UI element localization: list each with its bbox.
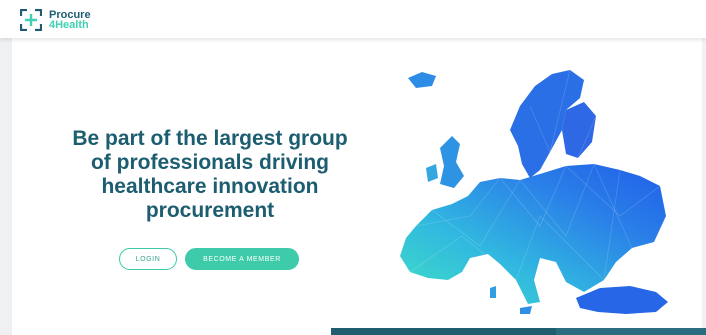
uk-shape — [440, 136, 464, 188]
logo[interactable]: Procure 4Health — [20, 8, 91, 32]
iceland-shape — [408, 72, 436, 88]
become-member-button[interactable]: BECOME A MEMBER — [185, 248, 299, 270]
site-header: Procure 4Health — [0, 0, 706, 38]
ireland-shape — [426, 164, 438, 182]
page: Procure 4Health Be part of the largest g… — [0, 0, 706, 335]
logo-cross-icon — [20, 9, 42, 31]
logo-text: Procure 4Health — [49, 10, 91, 31]
bottom-bar-accent — [556, 328, 706, 335]
left-gutter — [0, 38, 12, 335]
login-button[interactable]: LOGIN — [119, 248, 177, 270]
right-gutter — [702, 38, 706, 335]
bottom-dark-bar — [331, 328, 706, 335]
sicily-shape — [520, 306, 532, 314]
turkey-shape — [576, 286, 668, 314]
sardinia-shape — [490, 286, 496, 298]
hero-title: Be part of the largest group of professi… — [72, 127, 348, 222]
finland-shape — [562, 102, 596, 158]
europe-map-image — [400, 69, 668, 314]
logo-line-2: 4Health — [49, 19, 89, 31]
